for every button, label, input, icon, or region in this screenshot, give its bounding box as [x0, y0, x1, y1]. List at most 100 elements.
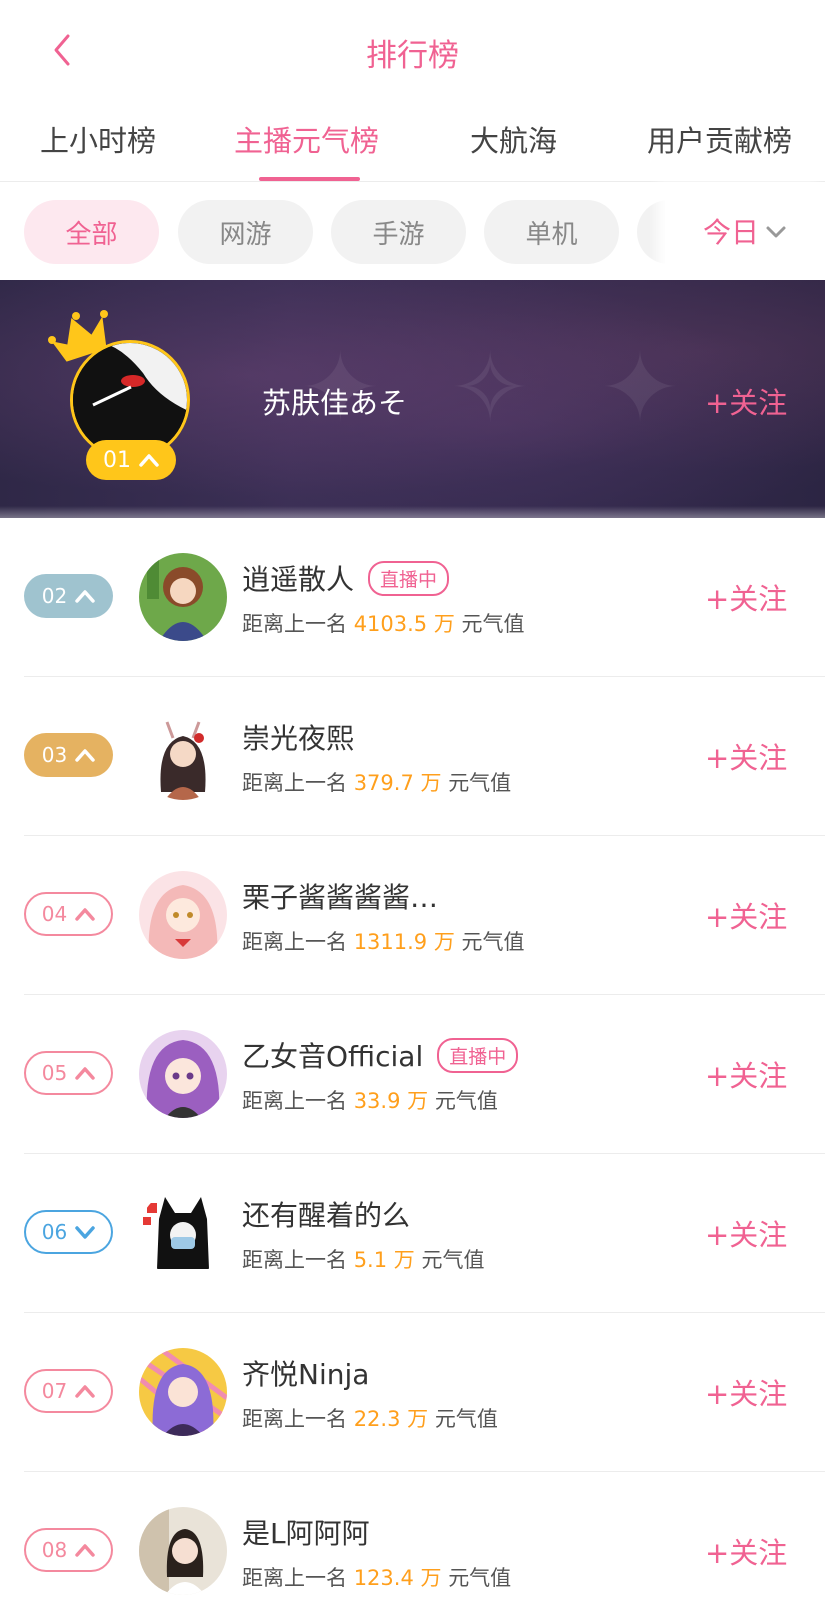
ranking-tabs: 上小时榜 主播元气榜 大航海 用户贡献榜 — [0, 100, 825, 182]
streamer-name: 逍遥散人 — [242, 563, 355, 596]
avatar[interactable] — [139, 1348, 227, 1436]
filter-chip-all[interactable]: 全部 — [24, 200, 159, 264]
gap-unit: 万 — [433, 612, 455, 636]
gap-suffix: 元气值 — [461, 612, 525, 636]
list-item[interactable]: 03 崇光夜熙 距离上一名 379.7 万 元气值 +关注 — [0, 677, 825, 836]
gap-info: 距离上一名 33.9 万 元气值 — [242, 1085, 498, 1115]
gap-unit: 万 — [420, 771, 442, 795]
gap-suffix: 元气值 — [434, 1407, 498, 1431]
rank-number: 07 — [41, 1379, 68, 1403]
follow-button[interactable]: +关注 — [705, 380, 787, 422]
tab-voyage[interactable]: 大航海 — [470, 118, 557, 160]
gap-unit: 万 — [407, 1089, 429, 1113]
gap-unit: 万 — [433, 930, 455, 954]
gap-value: 22.3 — [353, 1407, 401, 1431]
ranking-list: 02 逍遥散人 直播中 距离上一名 4103.5 万 元气值 +关注 03 崇光… — [0, 518, 825, 1619]
list-item[interactable]: 08 是L阿阿阿 距离上一名 123.4 万 元气值 +关注 — [0, 1472, 825, 1619]
date-filter[interactable]: 今日 — [665, 182, 825, 280]
rank-number: 04 — [41, 902, 68, 926]
list-item[interactable]: 05 乙女音Official 直播中 距离上一名 33.9 万 元气值 +关注 — [0, 995, 825, 1154]
tab-streamer-energy[interactable]: 主播元气榜 — [234, 118, 379, 160]
avatar-image — [139, 1189, 227, 1277]
live-tag: 直播中 — [437, 1037, 519, 1073]
rank-badge: 08 — [24, 1528, 113, 1572]
name-line: 齐悦Ninja — [242, 1353, 369, 1393]
gap-prefix: 距离上一名 — [242, 1566, 347, 1590]
gap-prefix: 距离上一名 — [242, 1248, 347, 1272]
rank-number: 03 — [41, 743, 68, 767]
top-rank-banner[interactable]: ✦ ✧ ✦ 01 苏肤佳あそ +关注 — [0, 280, 825, 518]
rank-up-icon — [139, 454, 159, 467]
rank-badge-1: 01 — [86, 440, 176, 480]
avatar[interactable] — [139, 871, 227, 959]
avatar[interactable] — [139, 712, 227, 800]
rank-number: 02 — [41, 584, 68, 608]
rank-number: 08 — [41, 1538, 68, 1562]
gap-suffix: 元气值 — [461, 930, 525, 954]
list-item[interactable]: 02 逍遥散人 直播中 距离上一名 4103.5 万 元气值 +关注 — [0, 518, 825, 677]
follow-button[interactable]: +关注 — [705, 894, 787, 936]
active-tab-indicator — [259, 177, 360, 181]
follow-button[interactable]: +关注 — [705, 1053, 787, 1095]
rank-up-icon — [75, 1067, 95, 1080]
gap-value: 1311.9 — [353, 930, 428, 954]
tab-hourly[interactable]: 上小时榜 — [40, 118, 156, 160]
category-filters: 全部 网游 手游 单机 今日 — [0, 182, 825, 280]
name-line: 是L阿阿阿 — [242, 1512, 370, 1552]
avatar-image — [139, 1507, 227, 1595]
avatar-image — [139, 1348, 227, 1436]
gap-value: 4103.5 — [353, 612, 428, 636]
rank-badge: 05 — [24, 1051, 113, 1095]
gap-unit: 万 — [393, 1248, 415, 1272]
gap-prefix: 距离上一名 — [242, 930, 347, 954]
gap-suffix: 元气值 — [434, 1089, 498, 1113]
filter-chip-online-games[interactable]: 网游 — [178, 200, 313, 264]
list-item[interactable]: 04 栗子酱酱酱酱… 距离上一名 1311.9 万 元气值 +关注 — [0, 836, 825, 995]
name-line: 崇光夜熙 — [242, 717, 354, 757]
gap-value: 33.9 — [353, 1089, 401, 1113]
avatar[interactable] — [139, 1189, 227, 1277]
rank-number: 06 — [41, 1220, 68, 1244]
gap-info: 距离上一名 22.3 万 元气值 — [242, 1403, 498, 1433]
streamer-name: 崇光夜熙 — [242, 722, 355, 755]
gap-value: 5.1 — [353, 1248, 388, 1272]
rank-up-icon — [75, 908, 95, 921]
rank-badge: 03 — [24, 733, 113, 777]
avatar[interactable] — [139, 553, 227, 641]
filter-chip-single-player[interactable]: 单机 — [484, 200, 619, 264]
gap-unit: 万 — [407, 1407, 429, 1431]
filter-chip-mobile-games[interactable]: 手游 — [331, 200, 466, 264]
avatar-image — [139, 871, 227, 959]
follow-button[interactable]: +关注 — [705, 576, 787, 618]
rank-badge: 06 — [24, 1210, 113, 1254]
follow-button[interactable]: +关注 — [705, 1371, 787, 1413]
avatar-image — [139, 712, 227, 800]
streamer-name: 还有醒着的么 — [242, 1199, 411, 1232]
gap-info: 距离上一名 123.4 万 元气值 — [242, 1562, 511, 1592]
gap-unit: 万 — [420, 1566, 442, 1590]
streamer-name: 栗子酱酱酱酱… — [242, 881, 439, 914]
follow-button[interactable]: +关注 — [705, 735, 787, 777]
gap-prefix: 距离上一名 — [242, 612, 347, 636]
name-line: 栗子酱酱酱酱… — [242, 876, 438, 916]
follow-button[interactable]: +关注 — [705, 1212, 787, 1254]
live-tag: 直播中 — [368, 560, 450, 596]
name-line: 还有醒着的么 — [242, 1194, 410, 1234]
avatar[interactable] — [139, 1030, 227, 1118]
rank-up-icon — [75, 749, 95, 762]
tab-user-contribution[interactable]: 用户贡献榜 — [647, 118, 792, 160]
rank-badge: 07 — [24, 1369, 113, 1413]
date-filter-label: 今日 — [703, 216, 760, 249]
gap-suffix: 元气值 — [448, 1566, 512, 1590]
list-item[interactable]: 07 齐悦Ninja 距离上一名 22.3 万 元气值 +关注 — [0, 1313, 825, 1472]
rank-up-icon — [75, 1544, 95, 1557]
gap-info: 距离上一名 4103.5 万 元气值 — [242, 608, 525, 638]
avatar[interactable] — [139, 1507, 227, 1595]
gap-prefix: 距离上一名 — [242, 1407, 347, 1431]
gap-prefix: 距离上一名 — [242, 1089, 347, 1113]
follow-button[interactable]: +关注 — [705, 1530, 787, 1572]
list-item[interactable]: 06 还有醒着的么 距离上一名 5.1 万 元气值 +关注 — [0, 1154, 825, 1313]
streamer-name: 苏肤佳あそ — [262, 386, 408, 420]
header-bar: 排行榜 — [0, 0, 825, 100]
rank-down-icon — [75, 1226, 95, 1239]
